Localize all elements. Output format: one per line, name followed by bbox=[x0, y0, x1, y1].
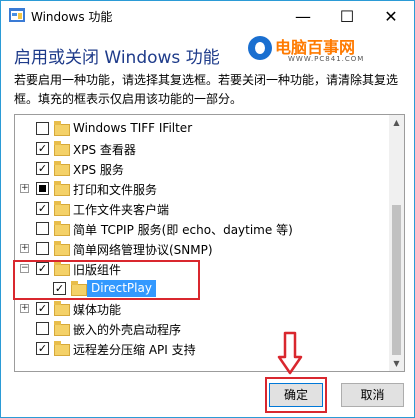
tree-row-tiff-ifilter[interactable]: Windows TIFF IFilter bbox=[15, 119, 388, 139]
feature-label: Windows TIFF IFilter bbox=[73, 121, 193, 135]
feature-label: XPS 服务 bbox=[73, 163, 124, 177]
folder-icon bbox=[54, 141, 70, 156]
tree-row-rdc-api[interactable]: ✓ 远程差分压缩 API 支持 bbox=[15, 339, 388, 359]
folder-icon bbox=[54, 321, 70, 336]
windows-features-dialog: Windows 功能 — ☐ ✕ 启用或关闭 Windows 功能 电脑百事网 … bbox=[0, 0, 415, 418]
tree-row-xps-services[interactable]: ✓ XPS 服务 bbox=[15, 159, 388, 179]
folder-icon bbox=[54, 201, 70, 216]
feature-label: 简单 TCPIP 服务(即 echo、daytime 等) bbox=[73, 223, 293, 237]
vertical-scrollbar[interactable]: ▲ ▼ bbox=[389, 115, 404, 371]
tree-row-xps-viewer[interactable]: ✓ XPS 查看器 bbox=[15, 139, 388, 159]
scroll-thumb[interactable] bbox=[392, 205, 401, 355]
folder-icon bbox=[54, 221, 70, 236]
title-bar[interactable]: Windows 功能 — ☐ ✕ bbox=[1, 1, 414, 31]
annotation-highlight-ok bbox=[265, 377, 327, 413]
logo-icon bbox=[248, 36, 272, 60]
feature-label: 嵌入的外壳启动程序 bbox=[73, 323, 182, 337]
feature-label: 简单网络管理协议(SNMP) bbox=[73, 243, 213, 257]
checkbox[interactable] bbox=[36, 122, 49, 135]
window-title: Windows 功能 bbox=[31, 10, 113, 24]
maximize-button[interactable]: ☐ bbox=[325, 1, 369, 31]
checkbox[interactable]: ✓ bbox=[36, 142, 49, 155]
checkbox[interactable] bbox=[36, 222, 49, 235]
checkbox[interactable]: ✓ bbox=[36, 162, 49, 175]
tree-row-embedded-shell[interactable]: 嵌入的外壳启动程序 bbox=[15, 319, 388, 339]
feature-label: 远程差分压缩 API 支持 bbox=[73, 343, 196, 357]
close-button[interactable]: ✕ bbox=[369, 1, 413, 31]
folder-icon bbox=[54, 161, 70, 176]
checkbox[interactable]: ✓ bbox=[36, 202, 49, 215]
scroll-up-icon[interactable]: ▲ bbox=[389, 115, 404, 130]
feature-label: XPS 查看器 bbox=[73, 143, 136, 157]
checkbox[interactable] bbox=[36, 182, 49, 195]
folder-icon bbox=[54, 341, 70, 356]
feature-tree[interactable]: Windows TIFF IFilter ✓ XPS 查看器 ✓ XPS 服务 … bbox=[14, 114, 405, 372]
description-text: 若要启用一种功能，请选择其复选框。若要关闭一种功能，请清除其复选框。填充的框表示… bbox=[14, 73, 399, 106]
site-logo: 电脑百事网 WWW.PC841.COM bbox=[248, 33, 408, 67]
down-arrow-icon bbox=[277, 331, 303, 375]
tree-row-print-services[interactable]: + 打印和文件服务 bbox=[15, 179, 388, 199]
logo-url: WWW.PC841.COM bbox=[288, 55, 365, 63]
folder-icon bbox=[54, 181, 70, 196]
page-title: 启用或关闭 Windows 功能 bbox=[14, 48, 220, 68]
checkbox[interactable]: ✓ bbox=[36, 302, 49, 315]
checkbox[interactable]: ✓ bbox=[36, 342, 49, 355]
folder-icon bbox=[54, 241, 70, 256]
feature-label: 媒体功能 bbox=[73, 303, 122, 317]
annotation-highlight-box bbox=[13, 260, 200, 300]
app-icon bbox=[9, 8, 25, 22]
checkbox[interactable] bbox=[36, 242, 49, 255]
tree-row-snmp[interactable]: + 简单网络管理协议(SNMP) bbox=[15, 239, 388, 259]
checkbox[interactable] bbox=[36, 322, 49, 335]
scroll-down-icon[interactable]: ▼ bbox=[389, 356, 404, 371]
folder-icon bbox=[54, 301, 70, 316]
tree-row-media-features[interactable]: + ✓ 媒体功能 bbox=[15, 299, 388, 319]
feature-label: 打印和文件服务 bbox=[73, 183, 158, 197]
minimize-button[interactable]: — bbox=[281, 1, 325, 31]
tree-row-simple-tcpip[interactable]: 简单 TCPIP 服务(即 echo、daytime 等) bbox=[15, 219, 388, 239]
tree-row-work-folders[interactable]: ✓ 工作文件夹客户端 bbox=[15, 199, 388, 219]
folder-icon bbox=[54, 121, 70, 136]
expand-icon[interactable]: + bbox=[20, 244, 29, 253]
expand-icon[interactable]: + bbox=[20, 184, 29, 193]
feature-label: 工作文件夹客户端 bbox=[73, 203, 170, 217]
cancel-button[interactable]: 取消 bbox=[341, 383, 404, 407]
expand-icon[interactable]: + bbox=[20, 304, 29, 313]
